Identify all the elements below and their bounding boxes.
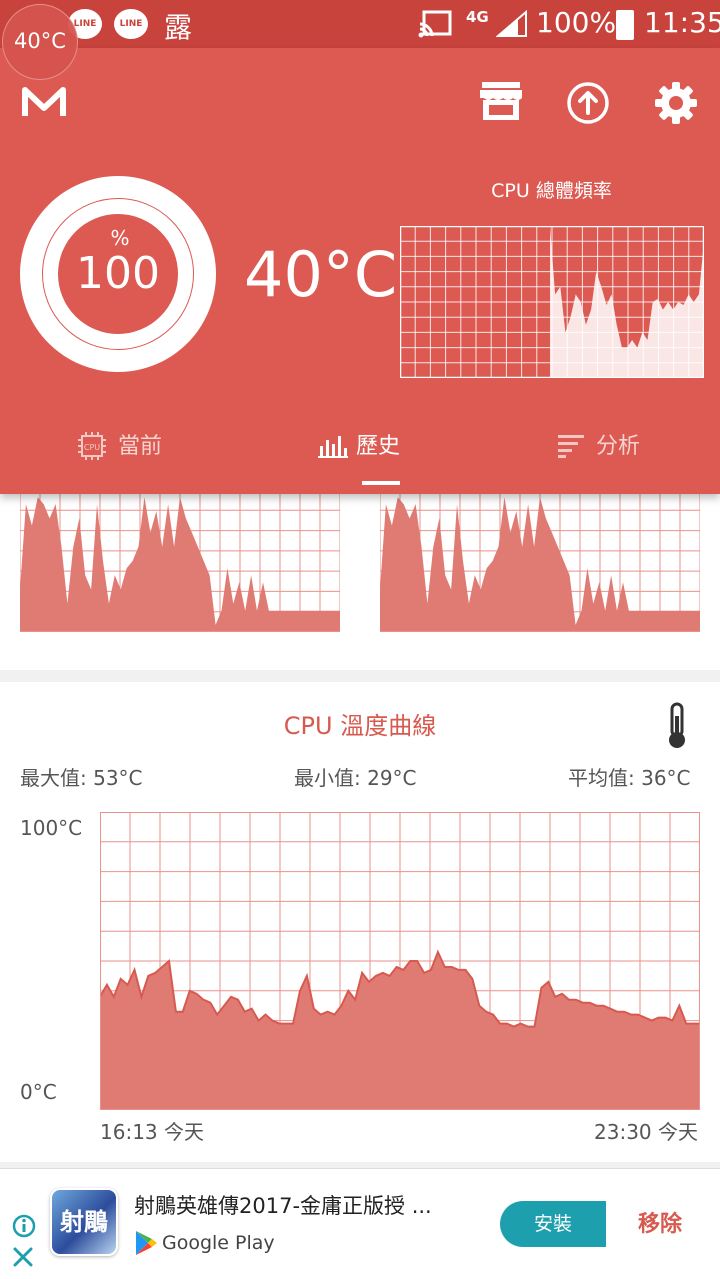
temperature-chart xyxy=(100,812,700,1110)
svg-text:CPU: CPU xyxy=(84,443,100,452)
status-bar: LINE LINE 露 4G 100% 11:35 xyxy=(0,0,720,48)
tab-current-label: 當前 xyxy=(118,434,163,459)
store-label: Google Play xyxy=(162,1232,275,1254)
m-logo-icon[interactable] xyxy=(22,86,66,118)
mini-left-series-area xyxy=(20,497,340,632)
remove-ad-button[interactable]: 移除 xyxy=(612,1206,708,1238)
temp-avg: 平均值: 36°C xyxy=(568,766,691,790)
list-lines-icon xyxy=(558,435,584,458)
bar-chart-icon xyxy=(318,436,348,458)
info-icon[interactable] xyxy=(12,1214,36,1238)
gear-icon[interactable] xyxy=(654,81,698,125)
mini-right-series-area xyxy=(380,497,700,632)
line-icon-text: LINE xyxy=(119,19,143,29)
google-play-icon xyxy=(136,1231,157,1255)
network-type: 4G xyxy=(466,8,489,26)
active-tab-indicator xyxy=(362,481,400,485)
battery-percent: 100% xyxy=(536,6,617,39)
upload-circle-icon[interactable] xyxy=(566,81,610,125)
history-charts-card xyxy=(0,470,720,670)
history-mini-chart-left xyxy=(20,490,340,632)
tab-analysis-label: 分析 xyxy=(596,434,641,459)
store-icon[interactable] xyxy=(478,80,524,122)
temp-max: 最大值: 53°C xyxy=(20,766,143,790)
install-button[interactable]: 安裝 xyxy=(500,1201,606,1247)
tab-history-label: 歷史 xyxy=(356,434,401,459)
ad-title[interactable]: 射鵰英雄傳2017-金庸正版授 ... xyxy=(134,1190,432,1220)
y-axis-top-label: 100°C xyxy=(20,816,83,840)
header-panel: % 100 40°C CPU 總體頻率 CPU 當前 歷史 分析 xyxy=(0,48,720,494)
line-notification-icon: LINE xyxy=(114,9,148,39)
line-icon-text: LINE xyxy=(73,19,97,29)
freq-chart-title: CPU 總體頻率 xyxy=(491,180,612,202)
cpu-freq-chart xyxy=(400,226,704,378)
history-mini-chart-right xyxy=(380,490,700,632)
x-axis-start-label: 16:13 今天 xyxy=(100,1120,204,1144)
cpu-chip-icon: CPU xyxy=(78,432,106,460)
temp-card-title: CPU 溫度曲線 xyxy=(283,712,437,740)
signal-icon xyxy=(496,10,527,37)
temp-min: 最小值: 29°C xyxy=(294,766,417,790)
x-axis-end-label: 23:30 今天 xyxy=(594,1120,698,1144)
thermometer-icon xyxy=(669,702,685,748)
close-icon[interactable] xyxy=(12,1246,34,1268)
cast-icon xyxy=(418,10,452,38)
app-root: LINE LINE 露 4G 100% 11:35 40°C % 100 40°… xyxy=(0,0,720,1279)
game-app-icon[interactable]: 射鵰 xyxy=(50,1188,118,1256)
battery-icon xyxy=(616,10,634,40)
usage-value: 100 xyxy=(76,248,160,299)
usage-unit: % xyxy=(110,226,130,250)
floating-temp-bubble[interactable]: 40°C xyxy=(2,4,78,80)
cpu-temperature: 40°C xyxy=(244,238,398,311)
clock: 11:35 xyxy=(644,6,720,39)
y-axis-bottom-label: 0°C xyxy=(20,1080,57,1104)
notification-char: 露 xyxy=(164,11,193,44)
